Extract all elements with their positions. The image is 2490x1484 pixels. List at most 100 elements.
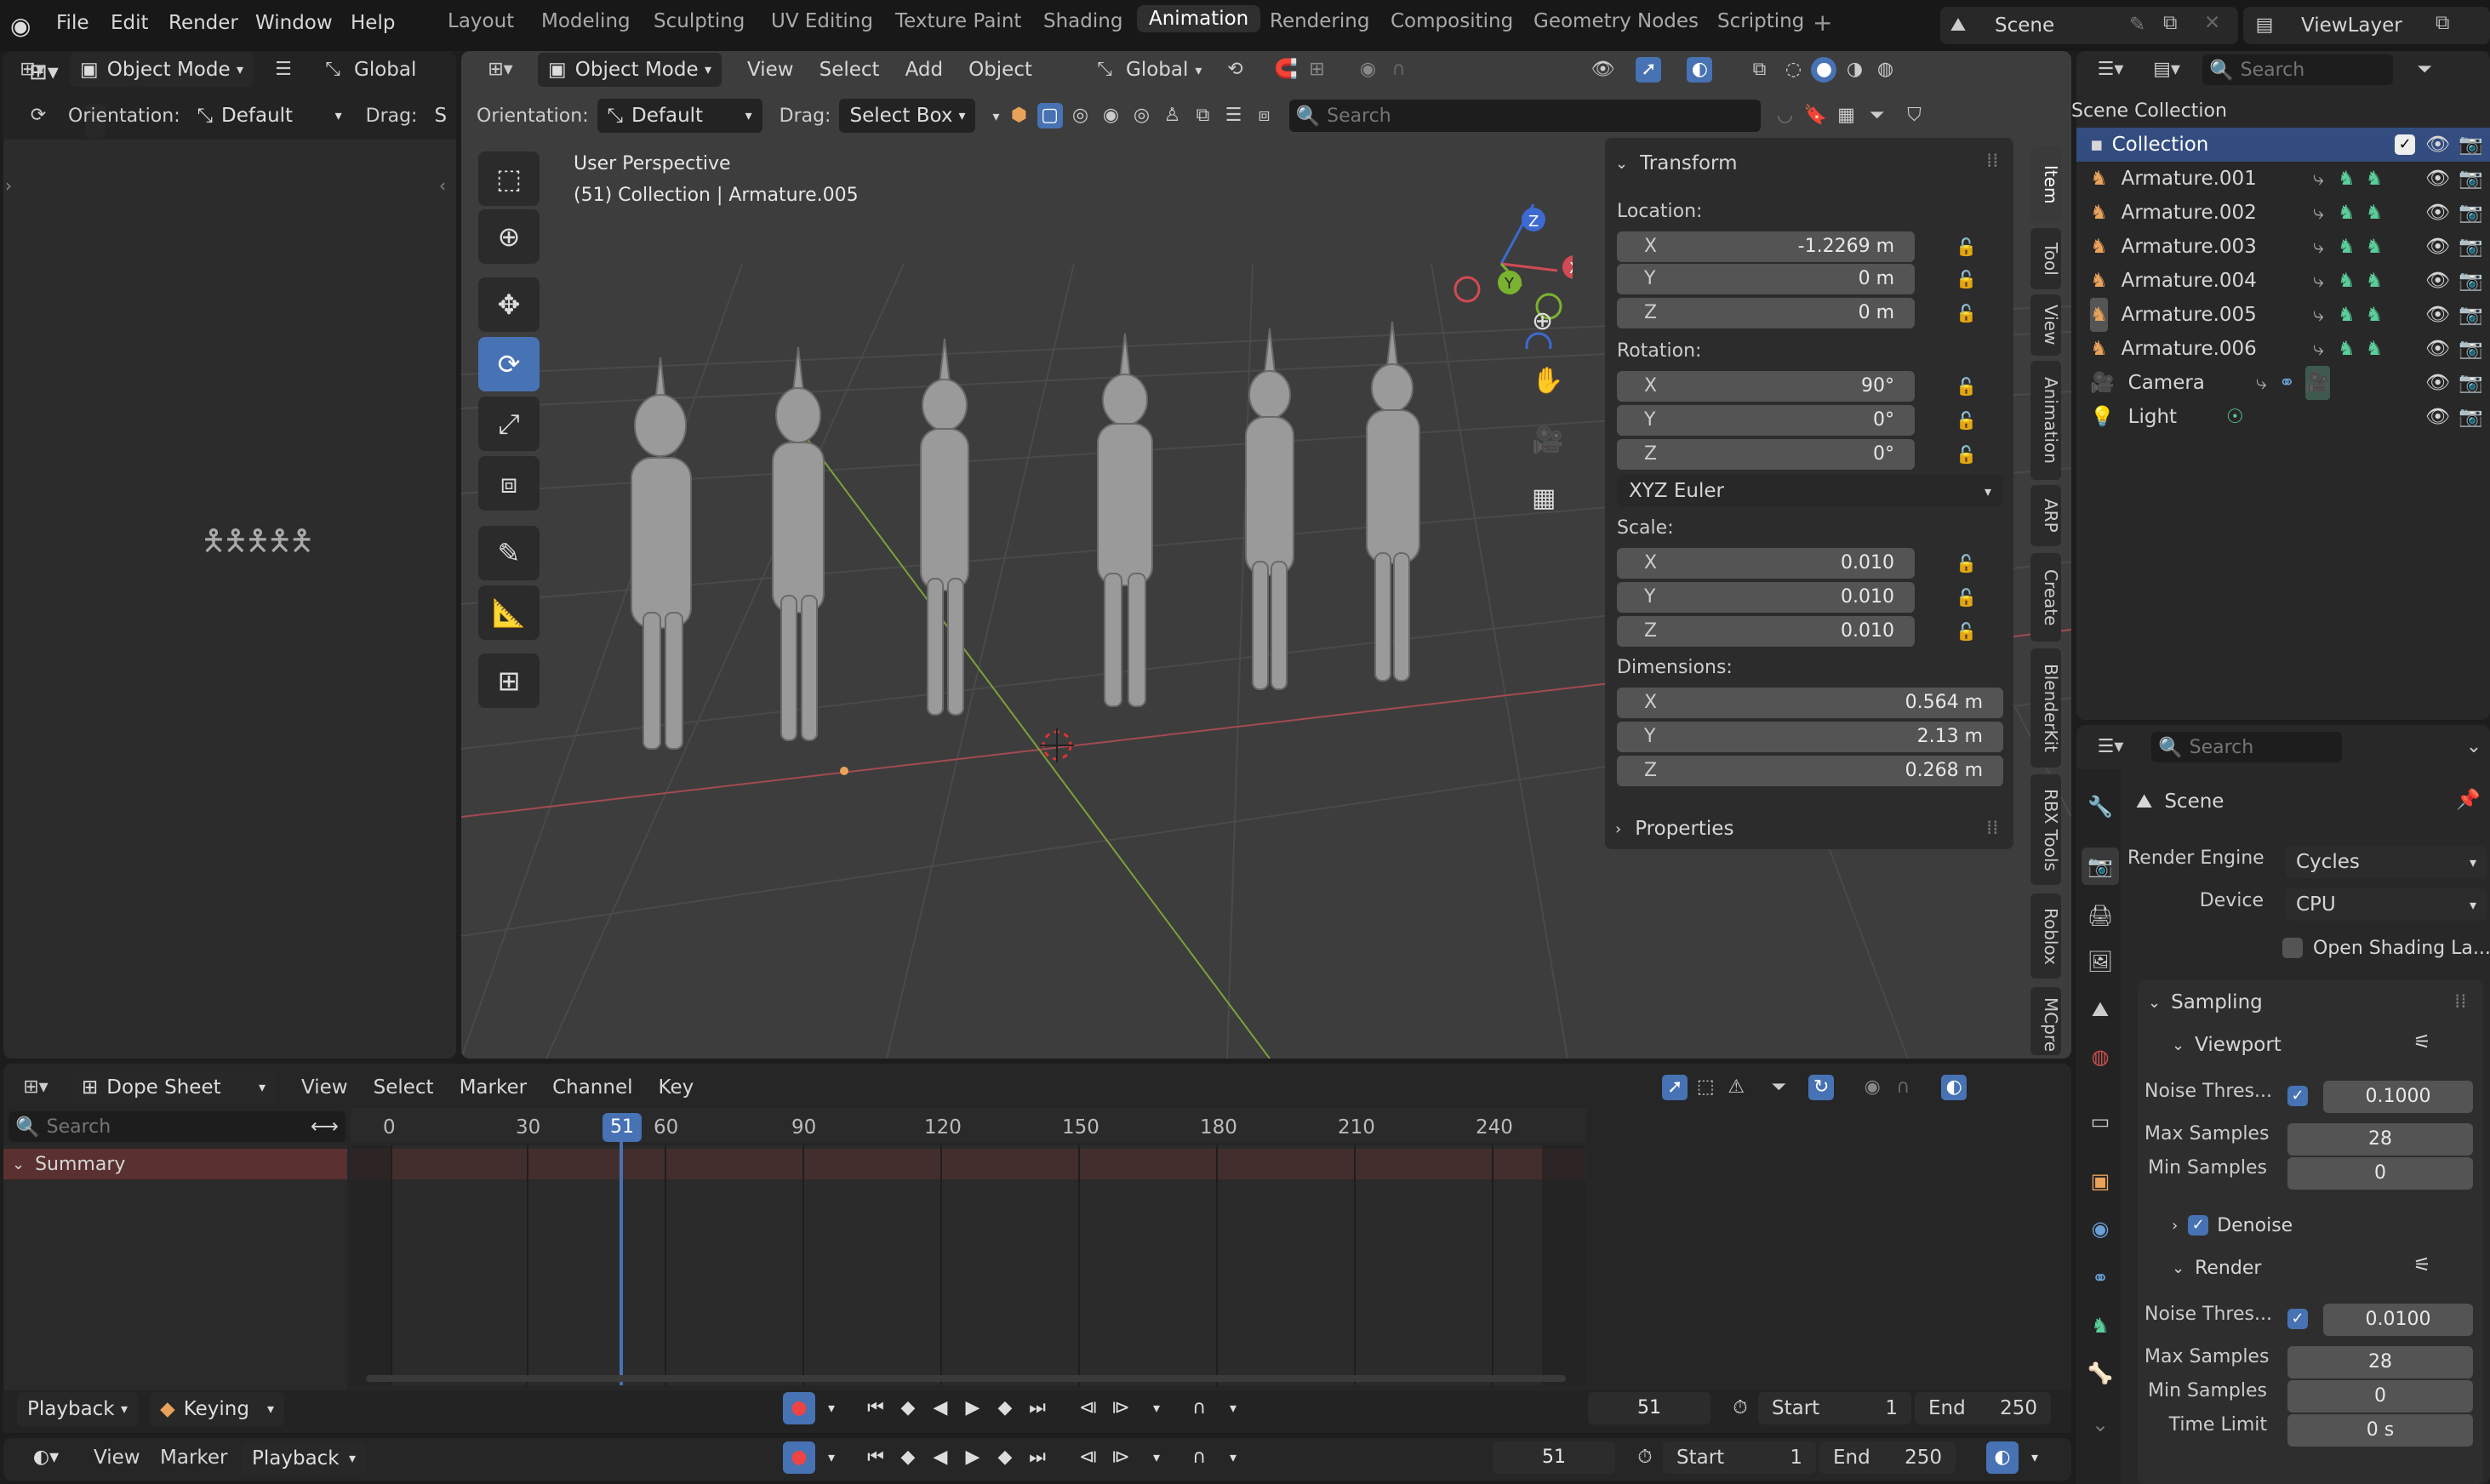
armature-data-icon[interactable]: ♞ [2338,162,2356,196]
left-mode-dropdown[interactable]: ▣ Object Mode ▾ [70,53,254,87]
tab-rbx-tools[interactable]: RBX Tools [2030,774,2061,885]
drag-handle-icon[interactable]: ⁞⁞ [2454,990,2467,1013]
timeline-menu-marker[interactable]: Marker [160,1447,228,1469]
dopesheet-menu-view[interactable]: View [301,1076,348,1099]
pose-icon[interactable]: ⤷ [2313,332,2324,366]
exclude-checkbox[interactable]: ✓ [2395,134,2416,155]
lock-icon[interactable]: 🔓 [1956,376,1977,397]
tab-shading[interactable]: Shading [1043,10,1122,32]
display-mode-icon[interactable]: ▤▾ [2143,57,2190,83]
dopesheet-search-input[interactable] [46,1116,294,1138]
playhead-line[interactable] [620,1132,623,1385]
snap-target-icon[interactable]: ⊞ [1304,57,1329,83]
chevron-down-icon[interactable]: ▾ [1217,1392,1249,1424]
hamburger-icon[interactable]: ☰ [271,57,296,83]
more-tabs-icon[interactable]: ⌄ [2082,1406,2119,1443]
lock-icon[interactable]: 🔓 [1956,553,1977,574]
viewport-search-field[interactable]: 🔍 [1288,100,1761,132]
blender-logo-icon[interactable]: ◉ [10,12,31,40]
r-noise-checkbox[interactable]: ✓ [2287,1309,2308,1329]
collection-tab-icon[interactable]: ▭ [2082,1103,2119,1140]
jump-start-icon[interactable]: ⏮ [860,1392,892,1424]
location-z-field[interactable]: Z 0 m [1617,298,1915,328]
scene-selector[interactable]: ⛰ Scene ✎ ⧉ ✕ [1940,7,2238,44]
character-1[interactable] [631,357,692,750]
viewport-transform-label[interactable]: Global [1126,59,1188,81]
dopesheet-end-field[interactable]: End 250 [1915,1392,2051,1424]
dopesheet-menu-marker[interactable]: Marker [460,1076,528,1099]
eye-icon[interactable]: 👁 [2425,332,2450,366]
camera-data-icon[interactable]: 🎥 [2305,366,2330,400]
armature-data-icon[interactable]: ♞ [2338,230,2356,264]
scale-z-field[interactable]: Z 0.010 [1617,616,1915,647]
scale-x-field[interactable]: X 0.010 [1617,548,1915,579]
move-tool[interactable]: ✥ [478,277,540,332]
eye-icon[interactable]: 👁 [2425,128,2450,162]
dopesheet-hscrollbar[interactable] [366,1375,1566,1382]
drag-handle-icon[interactable]: ⁞⁞ [1986,817,1999,839]
filter-camera-icon[interactable]: ⧈ [1252,103,1277,128]
vp-noise-field[interactable]: 0.1000 [2323,1081,2473,1113]
shading-wireframe-icon[interactable]: ◌ [1780,57,1806,83]
dopesheet-editor-type-icon[interactable]: ⊞▾ [12,1075,60,1100]
rotation-mode-dropdown[interactable]: XYZ Euler ▾ [1617,475,2003,507]
play-reverse-icon[interactable]: ◀ [924,1441,957,1474]
time-limit-field[interactable]: 0 s [2287,1414,2473,1447]
viewport-orientation-dropdown[interactable]: ⤡ Default ▾ [597,99,762,133]
character-3[interactable] [920,338,969,716]
filter-surface-icon[interactable]: ◎ [1129,103,1155,128]
camera-render-icon[interactable]: 📷 [2459,400,2483,434]
pan-hand-icon[interactable]: ✋ [1532,366,1563,396]
shading-solid-icon[interactable]: ● [1811,57,1837,83]
lock-icon[interactable]: 🔓 [1956,303,1977,323]
scene-tab-icon[interactable]: ⛰ [2082,990,2119,1028]
timeline-playback-dropdown[interactable]: Playback ▾ [242,1441,366,1475]
filter-mesh-icon[interactable]: ◎ [1068,103,1094,128]
filter-icon[interactable]: ⏷ [2412,57,2437,83]
lock-icon[interactable]: 🔓 [1956,587,1977,608]
outliner-item-light[interactable]: 💡 Light ☉ 👁 📷 [2083,400,2490,434]
light-data-icon[interactable]: ☉ [2226,400,2244,434]
tab-animation[interactable]: Animation [1137,5,1261,32]
timeline-editor-type-icon[interactable]: ◐▾ [20,1441,71,1474]
open-shading-checkbox[interactable] [2282,938,2303,958]
tab-create[interactable]: Create [2030,553,2061,642]
filter-empty-icon[interactable]: ⧉ [1191,103,1216,128]
pose-icon[interactable]: ⤷ [2313,298,2324,332]
snap-icon[interactable]: 🧲 [1273,57,1299,83]
tab-arp[interactable]: ARP [2030,485,2061,546]
falloff-icon[interactable]: ∩ [1890,1075,1916,1100]
scale-tool[interactable]: ⤢ [478,397,540,451]
dopesheet-mode-dropdown[interactable]: ⊞ Dope Sheet ▾ [71,1070,276,1104]
chevron-down-icon[interactable]: ▾ [1217,1441,1249,1474]
outliner-item-armature-006[interactable]: ♞ Armature.006 ⤷ ♞ ♞ 👁 📷 [2083,332,2490,366]
play-icon[interactable]: ▶ [957,1441,989,1474]
chevron-down-icon[interactable]: ▾ [1140,1392,1173,1424]
r-noise-field[interactable]: 0.0100 [2323,1304,2473,1336]
open-shading-checkbox-row[interactable]: Open Shading La... [2282,933,2490,963]
xray-icon[interactable]: ⧉ [1746,57,1772,83]
menu-help[interactable]: Help [351,12,395,34]
pose-icon[interactable]: ⤷ [2313,230,2324,264]
viewport-mode-dropdown[interactable]: ▣ Object Mode ▾ [538,53,722,87]
tab-view[interactable]: View [2030,294,2061,356]
keying-dropdown[interactable]: ◆ Keying ▾ [150,1392,284,1426]
playhead-frame-badge[interactable]: 51 [603,1113,642,1142]
render-subpanel-header[interactable]: ⌄ Render [2172,1253,2261,1283]
object-color-icon[interactable]: ⬢ [1007,103,1032,128]
rotation-x-field[interactable]: X 90° [1617,371,1915,402]
timeline-menu-view[interactable]: View [94,1447,140,1469]
outliner-editor-type-icon[interactable]: ☰▾ [2087,57,2134,83]
location-y-field[interactable]: Y 0 m [1617,264,1915,294]
rotation-y-field[interactable]: Y 0° [1617,405,1915,436]
prev-keyframe-icon[interactable]: ◆ [892,1441,924,1474]
chevron-down-icon[interactable]: ▾ [2019,1441,2051,1474]
dopesheet-start-field[interactable]: Start 1 [1758,1392,1911,1424]
r-min-samples-field[interactable]: 0 [2287,1380,2473,1413]
render-engine-dropdown[interactable]: Cycles ▾ [2286,846,2487,878]
eye-icon[interactable]: 👁 [2425,264,2450,298]
viewport-search-input[interactable] [1327,105,1736,127]
menu-render[interactable]: Render [168,12,238,34]
pin-icon[interactable]: ✎ [2129,14,2145,36]
lock-icon[interactable]: 🔓 [1956,237,1977,257]
